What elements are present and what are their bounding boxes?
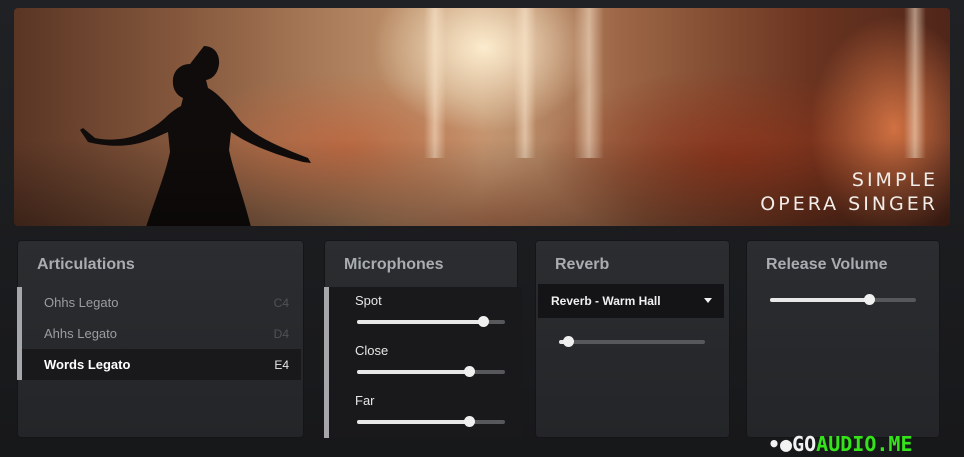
- reverb-preset-dropdown[interactable]: Reverb - Warm Hall: [538, 284, 724, 318]
- articulation-item-ahhs-legato[interactable]: Ahhs Legato D4: [17, 318, 301, 349]
- articulation-label: Ohhs Legato: [44, 295, 119, 310]
- watermark-part2: AUDIO.ME: [816, 432, 913, 456]
- slider-fill: [357, 420, 470, 424]
- reverb-amount-slider[interactable]: [559, 336, 705, 347]
- articulations-title: Articulations: [37, 256, 135, 273]
- articulation-label: Ahhs Legato: [44, 326, 118, 341]
- reverb-preset-value: Reverb - Warm Hall: [551, 294, 661, 308]
- articulation-indicator: [17, 287, 22, 318]
- slider-thumb[interactable]: [562, 336, 574, 347]
- articulation-indicator: [17, 349, 22, 380]
- release-volume-slider[interactable]: [770, 294, 916, 305]
- reverb-panel: Reverb Reverb - Warm Hall: [535, 240, 730, 438]
- articulation-item-words-legato[interactable]: Words Legato E4: [17, 349, 301, 380]
- chevron-down-icon: [704, 298, 712, 303]
- close-volume-slider[interactable]: [357, 366, 505, 377]
- articulation-keyswitch: D4: [273, 326, 289, 341]
- spot-volume-slider[interactable]: [357, 316, 505, 327]
- mic-label: Close: [355, 343, 389, 358]
- mic-channel-close: Close: [329, 337, 522, 387]
- microphones-panel: Microphones Spot Close Far: [324, 240, 522, 438]
- articulation-item-ohhs-legato[interactable]: Ohhs Legato C4: [17, 287, 301, 318]
- slider-thumb[interactable]: [464, 366, 476, 377]
- articulation-indicator: [17, 318, 22, 349]
- articulations-panel: Articulations Ohhs Legato C4 Ahhs Legato…: [17, 240, 304, 438]
- slider-thumb[interactable]: [864, 294, 876, 305]
- mic-label: Far: [355, 393, 375, 408]
- slider-fill: [357, 320, 483, 324]
- watermark-logo: •●GOAUDIO.ME: [768, 432, 913, 456]
- articulation-list: Ohhs Legato C4 Ahhs Legato D4 Words Lega…: [17, 287, 301, 380]
- mic-channel-far: Far: [329, 387, 522, 438]
- slider-fill: [770, 298, 870, 302]
- watermark-part1: •●GO: [768, 432, 817, 456]
- product-title-line2: OPERA SINGER: [760, 193, 938, 215]
- plugin-window: SIMPLE OPERA SINGER Articulations Ohhs L…: [0, 0, 964, 457]
- far-volume-slider[interactable]: [357, 416, 505, 427]
- slider-fill: [357, 370, 470, 374]
- release-volume-title: Release Volume: [766, 256, 888, 273]
- header-banner-image: SIMPLE OPERA SINGER: [14, 8, 950, 226]
- articulation-keyswitch: E4: [274, 357, 289, 372]
- slider-thumb[interactable]: [464, 416, 476, 427]
- articulation-keyswitch: C4: [273, 295, 289, 310]
- release-volume-panel: Release Volume: [746, 240, 940, 438]
- product-title-line1: SIMPLE: [851, 169, 938, 191]
- mic-channel-spot: Spot: [329, 287, 522, 337]
- mic-label: Spot: [355, 293, 382, 308]
- microphones-title: Microphones: [344, 256, 444, 273]
- slider-thumb[interactable]: [477, 316, 489, 327]
- product-title: SIMPLE OPERA SINGER: [760, 168, 938, 216]
- articulation-label: Words Legato: [44, 357, 131, 372]
- reverb-title: Reverb: [555, 256, 610, 273]
